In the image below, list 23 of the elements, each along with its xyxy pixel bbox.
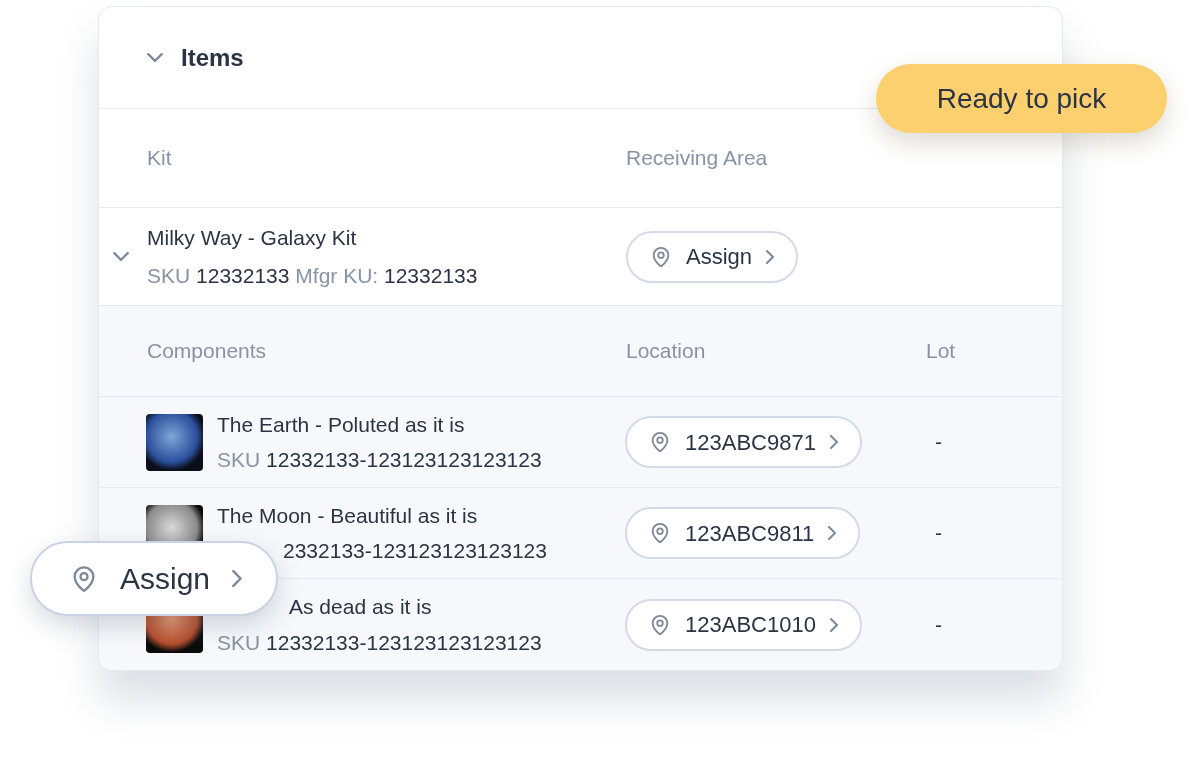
column-header: Lot <box>926 338 956 365</box>
column-header: Location <box>626 338 707 365</box>
column-header: Receiving Area <box>626 145 768 172</box>
status-badge: Ready to pick <box>876 64 1167 133</box>
section-title: Items <box>181 42 244 73</box>
component-name: As dead as it is <box>289 595 432 618</box>
kit-name: Milky Way - Galaxy Kit <box>147 225 358 251</box>
component-name: The Earth - Poluted as it is <box>217 412 465 436</box>
column-header: Kit <box>147 145 173 172</box>
location-button[interactable]: 123ABC9811 <box>625 507 861 559</box>
assign-button[interactable]: Assign <box>30 541 278 616</box>
lot-value: - <box>935 520 942 547</box>
location-button[interactable]: Assign <box>626 230 799 283</box>
column-header: Components <box>147 338 268 365</box>
lot-value: - <box>935 611 942 638</box>
component-sku: SKU 12332133-123123123123123 <box>217 448 542 471</box>
kit-sku: SKU 12332133 Mfgr KU: 12332133 <box>147 262 479 289</box>
location-button[interactable]: 123ABC1010 <box>625 598 862 651</box>
component-sku: SKU 12332133-123123123123123 <box>217 630 542 654</box>
component-name: The Moon - Beautiful as it is <box>217 503 478 527</box>
component-sku: 2332133-123123123123123 <box>283 539 547 562</box>
lot-value: - <box>935 429 942 456</box>
location-button[interactable]: 123ABC9871 <box>625 416 862 468</box>
